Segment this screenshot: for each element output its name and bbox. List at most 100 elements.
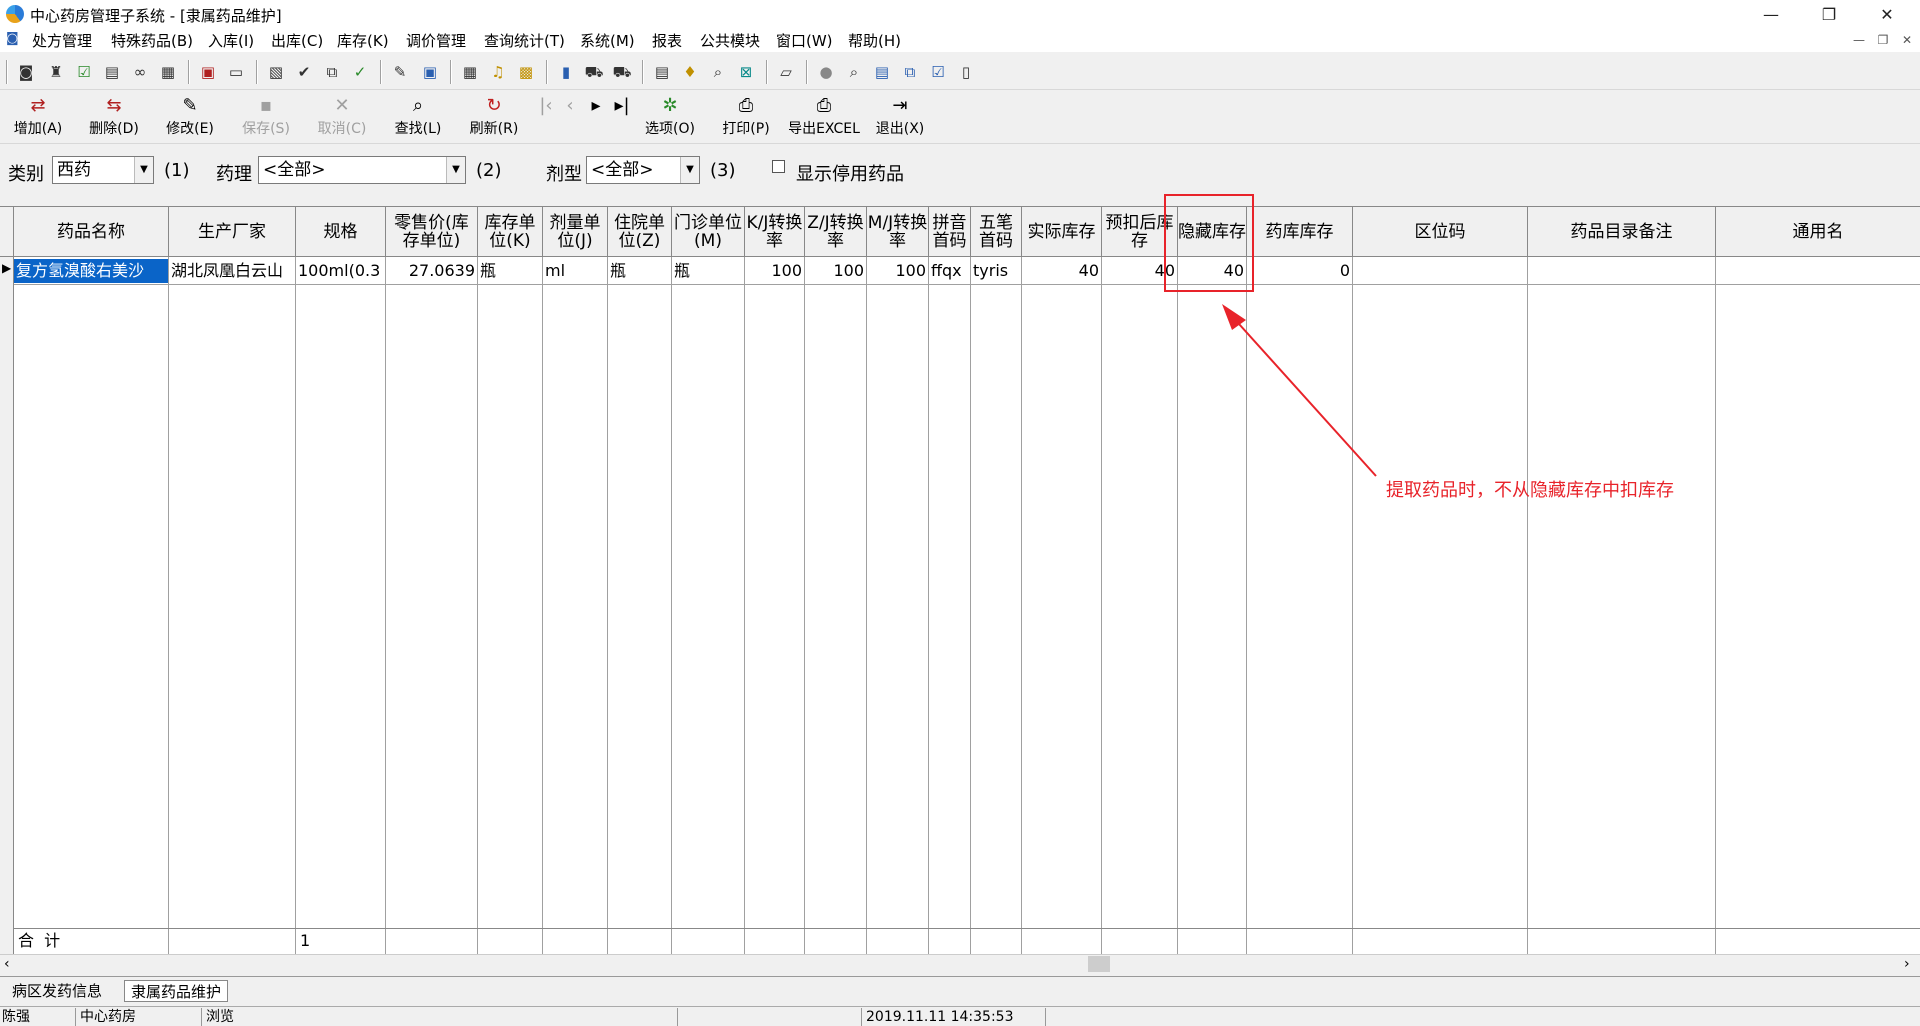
calculator-icon[interactable]: ▩	[516, 62, 536, 82]
trash-icon[interactable]: ▮	[556, 62, 576, 82]
pharmacology-select[interactable]: <全部> ▼	[258, 156, 466, 184]
menu-special-drugs[interactable]: 特殊药品(B)	[111, 30, 193, 51]
grid-icon[interactable]: ▦	[460, 62, 480, 82]
menu-window[interactable]: 窗口(W)	[776, 30, 833, 51]
zoom-icon[interactable]: ⌕	[844, 62, 864, 82]
chevron-down-icon[interactable]: ▼	[680, 157, 699, 183]
menu-stock-in[interactable]: 入库(I)	[208, 30, 254, 51]
mdi-restore-button[interactable]: ❐	[1874, 32, 1892, 48]
folder-stack-icon[interactable]: ▤	[652, 62, 672, 82]
cell-manufacturer[interactable]: 湖北凤凰白云山	[169, 259, 295, 283]
last-record-button[interactable]: ▸|	[612, 94, 632, 142]
refresh-button[interactable]: ↻ 刷新(R)	[466, 94, 522, 142]
edit-button[interactable]: ✎ 修改(E)	[162, 94, 218, 142]
col-header-stock-unit[interactable]: 库存单位(K)	[478, 207, 543, 257]
document-stack-icon[interactable]: ▤	[102, 62, 122, 82]
cell-mj-ratio[interactable]: 100	[867, 259, 928, 283]
col-header-wubi[interactable]: 五笔首码	[971, 207, 1022, 257]
copy-icon[interactable]: ⧉	[322, 62, 342, 82]
checklist-icon[interactable]: ✔	[294, 62, 314, 82]
export-excel-button[interactable]: ⎙ 导出EXCEL	[788, 94, 860, 142]
cell-retail-price[interactable]: 27.0639	[386, 259, 477, 283]
cell-actual-stock[interactable]: 40	[1022, 259, 1101, 283]
cell-drug-name[interactable]: 复方氢溴酸右美沙	[14, 259, 168, 283]
col-header-kj-ratio[interactable]: K/J转换率	[745, 207, 805, 257]
col-header-outpatient-unit[interactable]: 门诊单位(M)	[672, 207, 745, 257]
menu-reports[interactable]: 报表	[652, 30, 682, 51]
folder-open-icon[interactable]: ▱	[776, 62, 796, 82]
col-header-warehouse-stock[interactable]: 药库库存	[1247, 207, 1353, 257]
menu-help[interactable]: 帮助(H)	[848, 30, 901, 51]
first-record-button[interactable]: |‹	[536, 94, 556, 142]
cell-spec[interactable]: 100ml(0.3	[296, 259, 385, 283]
truck-out-icon[interactable]: ⛟	[612, 62, 632, 82]
menu-prescription[interactable]: 处方管理	[32, 30, 92, 51]
magnifier-icon[interactable]: ⌕	[708, 62, 728, 82]
minimize-button[interactable]: —	[1748, 0, 1794, 28]
next-record-button[interactable]: ▸	[586, 94, 606, 142]
col-header-spec[interactable]: 规格	[296, 207, 386, 257]
close-button[interactable]: ✕	[1864, 0, 1910, 28]
print-button[interactable]: ⎙ 打印(P)	[718, 94, 774, 142]
col-header-mj-ratio[interactable]: M/J转换率	[867, 207, 929, 257]
edit-list-icon[interactable]: ✎	[390, 62, 410, 82]
document-grid-icon[interactable]: ▦	[158, 62, 178, 82]
save-button[interactable]: ▪ 保存(S)	[238, 94, 294, 142]
chevron-down-icon[interactable]: ▼	[134, 157, 153, 183]
scroll-left-icon[interactable]: ‹	[4, 956, 10, 972]
add-button[interactable]: ⇄ 增加(A)	[10, 94, 66, 142]
camera-icon[interactable]: ◙	[16, 62, 36, 82]
cell-dose-unit[interactable]: ml	[543, 259, 607, 283]
doc-check-icon[interactable]: ✓	[350, 62, 370, 82]
cell-catalog-note[interactable]	[1528, 259, 1715, 283]
bell-icon[interactable]: ♫	[488, 62, 508, 82]
check-document-icon[interactable]: ☑	[928, 62, 948, 82]
cell-wubi[interactable]: tyris	[971, 259, 1021, 283]
options-button[interactable]: ✲ 选项(O)	[642, 94, 698, 142]
restore-button[interactable]: ❐	[1806, 0, 1852, 28]
col-header-generic-name[interactable]: 通用名	[1716, 207, 1920, 257]
cell-generic-name[interactable]	[1716, 259, 1920, 283]
document-out-icon[interactable]: ▧	[266, 62, 286, 82]
tab-affiliated-drug-maintenance[interactable]: 隶属药品维护	[124, 980, 229, 1002]
category-select[interactable]: 西药 ▼	[52, 156, 154, 184]
menu-system[interactable]: 系统(M)	[580, 30, 635, 51]
show-disabled-checkbox[interactable]	[772, 160, 785, 173]
cell-stock-unit[interactable]: 瓶	[478, 259, 542, 283]
check-box-icon[interactable]: ☑	[74, 62, 94, 82]
mdi-close-button[interactable]: ✕	[1898, 32, 1916, 48]
col-header-dose-unit[interactable]: 剂量单位(J)	[543, 207, 608, 257]
mdi-minimize-button[interactable]: —	[1850, 32, 1868, 48]
cell-zj-ratio[interactable]: 100	[805, 259, 866, 283]
truck-in-icon[interactable]: ⛟	[584, 62, 604, 82]
cell-outpatient-unit[interactable]: 瓶	[672, 259, 744, 283]
col-header-actual-stock[interactable]: 实际库存	[1022, 207, 1102, 257]
cancel-button[interactable]: ✕ 取消(C)	[314, 94, 370, 142]
cell-pinyin[interactable]: ffqx	[929, 259, 970, 283]
clipboard-icon[interactable]: ▯	[956, 62, 976, 82]
menu-inventory[interactable]: 库存(K)	[337, 30, 389, 51]
bottle-icon[interactable]: ♜	[46, 62, 66, 82]
col-header-manufacturer[interactable]: 生产厂家	[169, 207, 296, 257]
binoculars-icon[interactable]: ∞	[130, 62, 150, 82]
red-document-icon[interactable]: ▣	[198, 62, 218, 82]
col-header-pinyin[interactable]: 拼音首码	[929, 207, 971, 257]
card-icon[interactable]: ▭	[226, 62, 246, 82]
thermometer-icon[interactable]: ♦	[680, 62, 700, 82]
monitor-icon[interactable]: ▣	[420, 62, 440, 82]
exit-button[interactable]: ⇥ 退出(X)	[872, 94, 928, 142]
menu-common-modules[interactable]: 公共模块	[700, 30, 760, 51]
chevron-down-icon[interactable]: ▼	[446, 157, 465, 183]
split-horizontal-icon[interactable]: ▤	[872, 62, 892, 82]
tab-ward-dispensing[interactable]: 病区发药信息	[6, 980, 108, 1002]
col-header-zj-ratio[interactable]: Z/J转换率	[805, 207, 867, 257]
cell-inpatient-unit[interactable]: 瓶	[608, 259, 671, 283]
col-header-catalog-note[interactable]: 药品目录备注	[1528, 207, 1716, 257]
prev-record-button[interactable]: ‹	[560, 94, 580, 142]
menu-price-adjust[interactable]: 调价管理	[406, 30, 466, 51]
horizontal-scrollbar[interactable]: ‹ ›	[0, 954, 1920, 974]
mdi-child-icon[interactable]: ◙	[6, 31, 22, 49]
col-header-location-code[interactable]: 区位码	[1353, 207, 1528, 257]
scroll-right-icon[interactable]: ›	[1904, 956, 1910, 972]
cell-warehouse-stock[interactable]: 0	[1247, 259, 1352, 283]
